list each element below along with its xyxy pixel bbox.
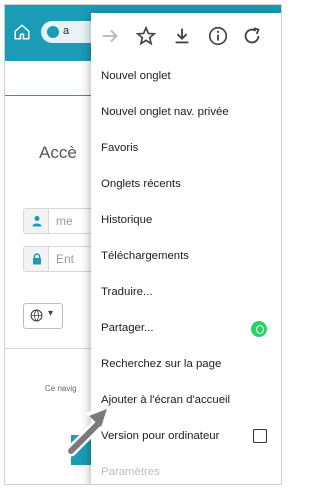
menu-item-label: Traduire... (101, 286, 153, 298)
menu-item-label: Paramètres (101, 466, 160, 478)
menu-item-recent-tabs[interactable]: Onglets récents (91, 167, 281, 203)
info-icon[interactable] (207, 25, 229, 47)
menu-item-translate[interactable]: Traduire... (91, 275, 281, 311)
menu-item-label: Favoris (101, 142, 139, 154)
menu-item-label: Recherchez sur la page (101, 358, 222, 370)
menu-item-bookmarks[interactable]: Favoris (91, 131, 281, 167)
refresh-icon[interactable] (241, 25, 263, 47)
menu-item-find-in-page[interactable]: Recherchez sur la page (91, 347, 281, 383)
download-icon[interactable] (171, 25, 193, 47)
user-icon (31, 214, 43, 227)
menu-item-label: Nouvel onglet nav. privée (101, 106, 229, 118)
menu-item-label: Partager... (101, 322, 154, 334)
user-icon-box (24, 209, 49, 233)
password-placeholder: Ent (56, 252, 75, 266)
lock-icon (31, 252, 43, 265)
menu-item-new-tab[interactable]: Nouvel onglet (91, 59, 281, 95)
menu-item-downloads[interactable]: Téléchargements (91, 239, 281, 275)
menu-item-label: Nouvel onglet (101, 70, 171, 82)
lock-icon (47, 26, 59, 38)
forward-icon[interactable] (99, 25, 121, 47)
chevron-down-icon: ▾ (48, 308, 54, 319)
url-text: a (63, 25, 70, 37)
browser-window: a Accè me Ent ▾ Ce navig Nouvel onglet N… (4, 4, 282, 485)
page-title: Accè (39, 143, 77, 162)
home-icon[interactable] (13, 23, 31, 41)
desktop-site-checkbox[interactable] (253, 429, 267, 443)
pointer-arrow-icon (65, 397, 127, 457)
menu-item-label: Onglets récents (101, 178, 181, 190)
globe-icon (30, 309, 43, 322)
lock-icon-box (24, 247, 49, 271)
menu-item-settings[interactable]: Paramètres (91, 455, 281, 484)
language-selector[interactable]: ▾ (23, 303, 63, 329)
whatsapp-icon (251, 321, 267, 337)
username-placeholder: me (56, 214, 73, 228)
menu-item-private-tab[interactable]: Nouvel onglet nav. privée (91, 95, 281, 131)
menu-item-share[interactable]: Partager... (91, 311, 281, 347)
star-icon[interactable] (135, 25, 157, 47)
menu-icon-row (91, 13, 281, 59)
menu-item-label: Téléchargements (101, 250, 190, 262)
menu-item-label: Historique (101, 214, 153, 226)
footer-text: Ce navig (45, 384, 77, 393)
menu-item-history[interactable]: Historique (91, 203, 281, 239)
